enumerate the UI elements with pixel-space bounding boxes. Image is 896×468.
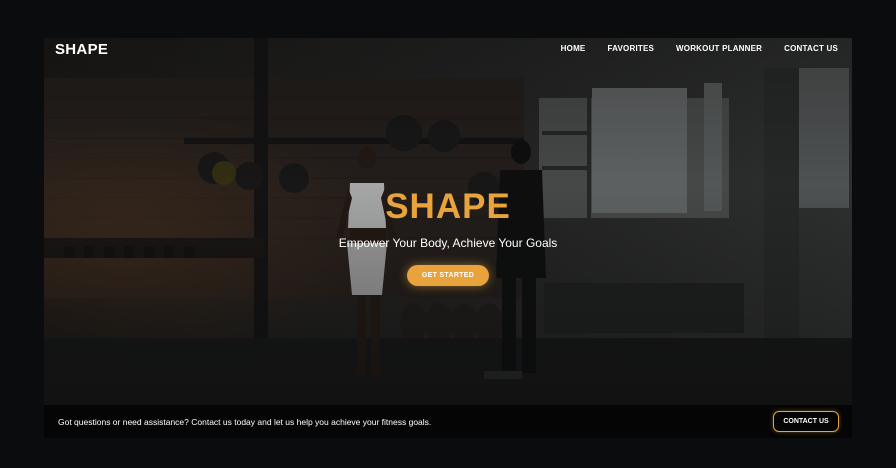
nav-links: HOME FAVORITES WORKOUT PLANNER CONTACT U…: [561, 44, 838, 53]
contact-us-button[interactable]: CONTACT US: [773, 411, 839, 432]
page-frame: SHAPE HOME FAVORITES WORKOUT PLANNER CON…: [44, 38, 852, 438]
nav-item-favorites[interactable]: FAVORITES: [607, 44, 654, 53]
site-logo[interactable]: SHAPE: [55, 41, 108, 58]
hero-subtitle: Empower Your Body, Achieve Your Goals: [338, 236, 558, 250]
contact-message: Got questions or need assistance? Contac…: [58, 417, 432, 427]
hero-title: SHAPE: [385, 187, 511, 226]
nav-item-home[interactable]: HOME: [561, 44, 586, 53]
nav-item-workout-planner[interactable]: WORKOUT PLANNER: [676, 44, 762, 53]
nav-item-contact-us[interactable]: CONTACT US: [784, 44, 838, 53]
navbar: SHAPE HOME FAVORITES WORKOUT PLANNER CON…: [44, 38, 852, 60]
hero-content: SHAPE Empower Your Body, Achieve Your Go…: [44, 188, 852, 286]
get-started-button[interactable]: GET STARTED: [406, 265, 490, 286]
contact-bar: Got questions or need assistance? Contac…: [44, 405, 852, 438]
